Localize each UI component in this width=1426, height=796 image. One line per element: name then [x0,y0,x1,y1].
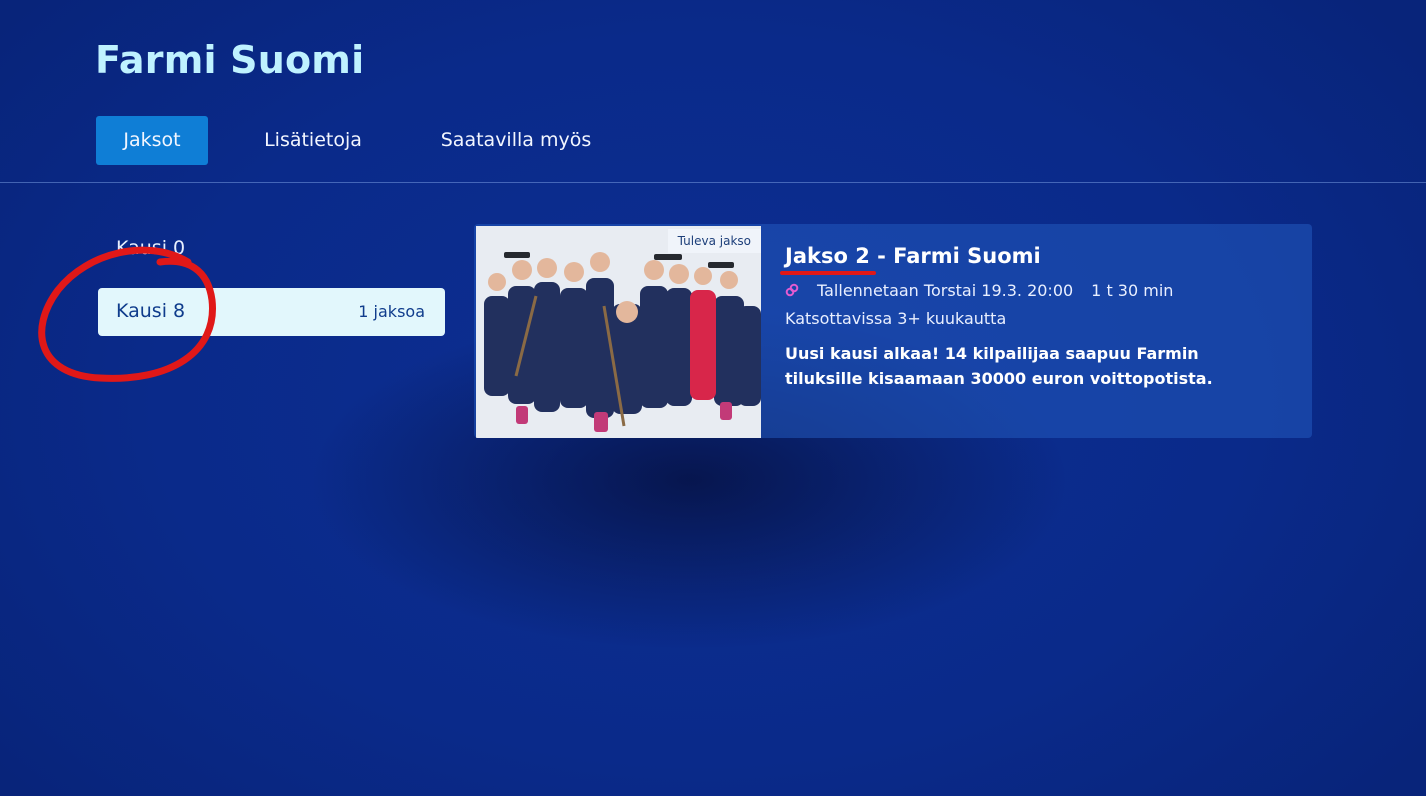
cast-photo-illustration [476,226,761,438]
header-divider [0,182,1426,183]
season-label: Kausi 0 [116,237,186,259]
season-item-kausi-0[interactable]: Kausi 0 [98,226,445,274]
upcoming-badge: Tuleva jakso [667,229,761,253]
availability-text: Katsottavissa 3+ kuukautta [785,309,1007,328]
recording-text: Tallennetaan Torstai 19.3. 20:00 [817,281,1074,300]
page-title: Farmi Suomi [95,38,365,82]
episode-card[interactable]: Tuleva jakso Jakso 2 - Farmi Suomi Talle… [474,224,1312,438]
recording-info: Tallennetaan Torstai 19.3. 20:00 1 t 30 m… [785,281,1173,300]
episode-count: 1 jaksoa [358,302,425,321]
episode-duration: 1 t 30 min [1091,281,1174,300]
tab-saatavilla-myos[interactable]: Saatavilla myös [426,116,606,165]
episode-thumbnail: Tuleva jakso [476,226,761,438]
record-link-icon [785,283,799,297]
season-item-kausi-8[interactable]: Kausi 8 1 jaksoa [98,288,445,336]
tab-jaksot[interactable]: Jaksot [96,116,208,165]
season-label: Kausi 8 [116,300,186,322]
red-underline-annotation [780,271,876,275]
episode-title: Jakso 2 - Farmi Suomi [785,244,1041,268]
episode-description: Uusi kausi alkaa! 14 kilpailijaa saapuu … [785,344,1213,388]
tab-lisatietoja[interactable]: Lisätietoja [246,116,380,165]
